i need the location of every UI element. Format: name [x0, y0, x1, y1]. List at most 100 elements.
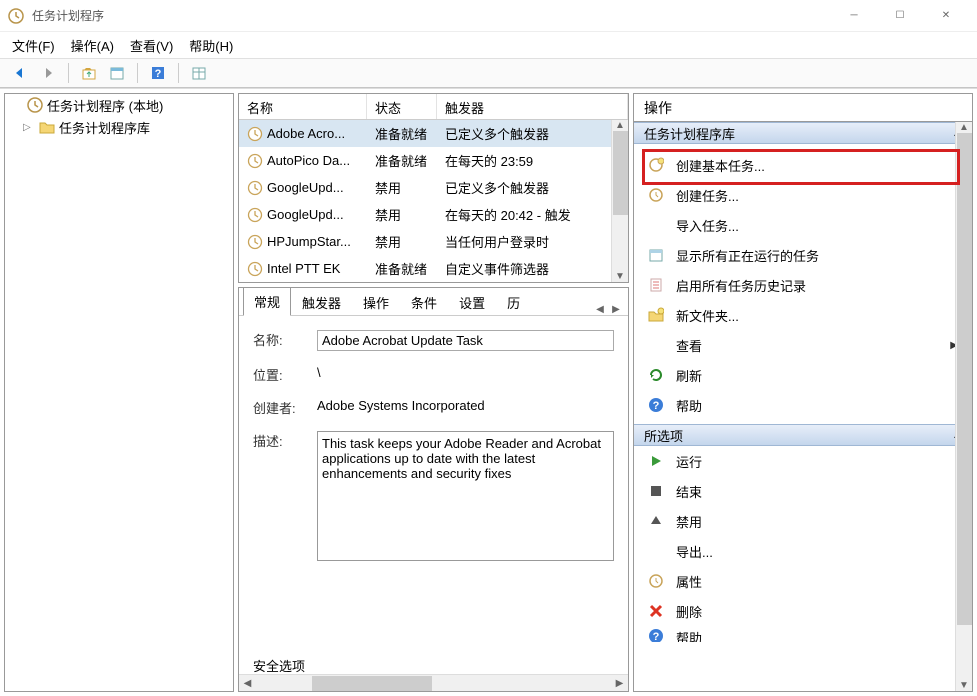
task-list: 名称 状态 触发器 Adobe Acro...准备就绪已定义多个触发器AutoP… [238, 93, 629, 283]
actions-panel-body: 任务计划程序库 ▲ 创建基本任务... 创建任务... 导入任务... 显示所有… [634, 122, 972, 691]
tab-conditions[interactable]: 条件 [400, 288, 448, 316]
menu-file[interactable]: 文件(F) [12, 36, 55, 55]
location-value: \ [317, 365, 614, 380]
col-trigger[interactable]: 触发器 [437, 94, 628, 119]
layout-button[interactable] [187, 61, 211, 85]
action-import-task[interactable]: 导入任务... [634, 210, 972, 240]
up-level-button[interactable] [77, 61, 101, 85]
author-label: 创建者: [253, 398, 317, 417]
task-name: GoogleUpd... [267, 207, 344, 222]
export-icon [648, 543, 664, 559]
menu-help[interactable]: 帮助(H) [189, 36, 233, 55]
disable-icon [648, 513, 664, 529]
action-properties[interactable]: 属性 [634, 566, 972, 596]
action-label: 创建任务... [676, 186, 739, 205]
svg-text:?: ? [653, 400, 660, 412]
actions-scrollbar[interactable]: ▲▼ [955, 122, 972, 691]
toolbar: ? [0, 58, 977, 88]
tree-toggle-icon[interactable]: ▷ [23, 122, 35, 133]
task-row[interactable]: Intel PTT EK准备就绪自定义事件筛选器 [239, 255, 628, 282]
tree-library-label: 任务计划程序库 [59, 118, 150, 137]
help-button[interactable]: ? [146, 61, 170, 85]
tree-root-item[interactable]: 任务计划程序 (本地) [5, 94, 233, 116]
back-button[interactable] [8, 61, 32, 85]
refresh-icon [648, 367, 664, 383]
action-end[interactable]: 结束 [634, 476, 972, 506]
folder-icon [39, 119, 55, 135]
tab-triggers[interactable]: 触发器 [291, 288, 352, 316]
task-row[interactable]: GoogleUpd...禁用在每天的 20:42 - 触发 [239, 201, 628, 228]
action-export[interactable]: 导出... [634, 536, 972, 566]
task-row[interactable]: AutoPico Da...准备就绪在每天的 23:59 [239, 147, 628, 174]
task-trigger: 已定义多个触发器 [437, 122, 628, 145]
separator [68, 63, 69, 83]
action-disable[interactable]: 禁用 [634, 506, 972, 536]
properties-icon [648, 573, 664, 589]
col-state[interactable]: 状态 [367, 94, 437, 119]
action-label: 导入任务... [676, 216, 739, 235]
action-help[interactable]: ? 帮助 [634, 390, 972, 420]
col-name[interactable]: 名称 [239, 94, 367, 119]
task-state: 准备就绪 [367, 257, 437, 280]
name-label: 名称: [253, 330, 317, 349]
description-label: 描述: [253, 431, 317, 450]
detail-panel: 常规 触发器 操作 条件 设置 历 ◀ ▶ 名称: 位置: \ [238, 287, 629, 692]
task-name: Adobe Acro... [267, 126, 345, 141]
end-icon [648, 483, 664, 499]
tree-library-item[interactable]: ▷ 任务计划程序库 [5, 116, 233, 138]
section-selected-header[interactable]: 所选项 ▲ [634, 424, 972, 446]
action-label: 启用所有任务历史记录 [676, 276, 806, 295]
task-list-scrollbar[interactable]: ▲▼ [611, 120, 628, 282]
section-library-header[interactable]: 任务计划程序库 ▲ [634, 122, 972, 144]
create-task-icon [648, 187, 664, 203]
maximize-button[interactable]: ☐ [877, 1, 923, 31]
task-name: AutoPico Da... [267, 153, 350, 168]
tab-scroll-left-icon[interactable]: ◀ [592, 304, 608, 315]
action-run[interactable]: 运行 [634, 446, 972, 476]
action-create-task[interactable]: 创建任务... [634, 180, 972, 210]
clock-icon [27, 97, 43, 113]
section-library-label: 任务计划程序库 [644, 124, 735, 143]
task-trigger: 当任何用户登录时 [437, 230, 628, 253]
action-label: 删除 [676, 602, 702, 621]
calendar-button[interactable] [105, 61, 129, 85]
menu-view[interactable]: 查看(V) [130, 36, 173, 55]
center-panel: 名称 状态 触发器 Adobe Acro...准备就绪已定义多个触发器AutoP… [238, 93, 629, 692]
action-label: 结束 [676, 482, 702, 501]
action-label: 显示所有正在运行的任务 [676, 246, 819, 265]
task-trigger: 自定义事件筛选器 [437, 257, 628, 280]
menu-action[interactable]: 操作(A) [71, 36, 114, 55]
name-field[interactable] [317, 330, 614, 351]
detail-h-scrollbar[interactable]: ◀ ▶ [239, 674, 628, 691]
actions-panel: 操作 任务计划程序库 ▲ 创建基本任务... 创建任务... 导入任务... 显 [633, 93, 973, 692]
task-clock-icon [247, 180, 263, 196]
task-row[interactable]: GoogleUpd...禁用已定义多个触发器 [239, 174, 628, 201]
minimize-button[interactable]: ─ [831, 1, 877, 31]
task-clock-icon [247, 153, 263, 169]
description-field[interactable]: This task keeps your Adobe Reader and Ac… [317, 431, 614, 561]
task-row[interactable]: Adobe Acro...准备就绪已定义多个触发器 [239, 120, 628, 147]
task-row[interactable]: HPJumpStar...禁用当任何用户登录时 [239, 228, 628, 255]
action-new-folder[interactable]: 新文件夹... [634, 300, 972, 330]
action-show-running[interactable]: 显示所有正在运行的任务 [634, 240, 972, 270]
action-view-submenu[interactable]: 查看 ▶ [634, 330, 972, 360]
action-help2[interactable]: ? 帮助 [634, 626, 972, 642]
delete-icon [648, 603, 664, 619]
tab-actions[interactable]: 操作 [352, 288, 400, 316]
svg-text:?: ? [653, 631, 660, 642]
tab-settings[interactable]: 设置 [448, 288, 496, 316]
task-state: 禁用 [367, 176, 437, 199]
title-bar: 任务计划程序 ─ ☐ ✕ [0, 0, 977, 32]
close-button[interactable]: ✕ [923, 1, 969, 31]
action-enable-history[interactable]: 启用所有任务历史记录 [634, 270, 972, 300]
forward-button[interactable] [36, 61, 60, 85]
separator [137, 63, 138, 83]
task-name: GoogleUpd... [267, 180, 344, 195]
action-create-basic-task[interactable]: 创建基本任务... [634, 150, 972, 180]
task-state: 禁用 [367, 203, 437, 226]
tab-history[interactable]: 历 [496, 288, 531, 316]
tab-scroll-right-icon[interactable]: ▶ [608, 304, 624, 315]
tab-general[interactable]: 常规 [243, 287, 291, 316]
action-delete[interactable]: 删除 [634, 596, 972, 626]
action-refresh[interactable]: 刷新 [634, 360, 972, 390]
